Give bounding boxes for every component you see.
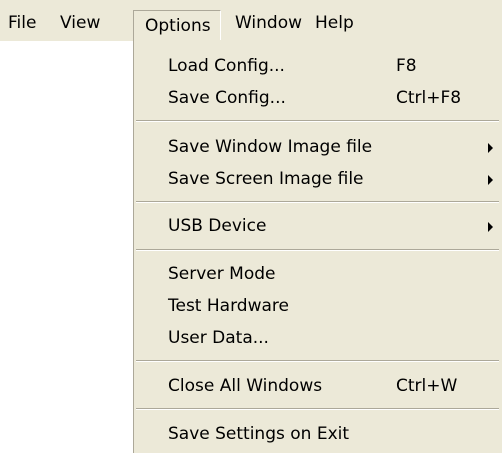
- menu-separator: [136, 408, 499, 410]
- menu-options[interactable]: Options: [133, 10, 221, 40]
- menu-item-label: Save Config...: [168, 88, 286, 108]
- menu-item-label: USB Device: [168, 216, 267, 236]
- menu-separator: [136, 120, 499, 122]
- shortcut-label: F8: [396, 56, 417, 76]
- menu-separator: [136, 360, 499, 362]
- menu-item-label: Save Settings on Exit: [168, 424, 350, 444]
- shortcut-label: Ctrl+F8: [396, 88, 462, 108]
- chevron-right-icon: [488, 143, 493, 153]
- menu-help[interactable]: Help: [315, 9, 354, 38]
- menu-item-label: User Data...: [168, 328, 269, 348]
- menu-item-server-mode[interactable]: Server Mode: [168, 258, 498, 290]
- menu-item-test-hardware[interactable]: Test Hardware: [168, 290, 498, 322]
- menu-item-load-config[interactable]: Load Config... F8: [168, 50, 498, 82]
- shortcut-label: Ctrl+W: [396, 376, 458, 396]
- menu-item-label: Close All Windows: [168, 376, 323, 396]
- menu-file[interactable]: File: [8, 9, 36, 38]
- menu-item-save-settings-on-exit[interactable]: Save Settings on Exit: [168, 418, 498, 450]
- menu-item-save-config[interactable]: Save Config... Ctrl+F8: [168, 82, 498, 114]
- menu-item-close-all-windows[interactable]: Close All Windows Ctrl+W: [168, 370, 498, 402]
- options-dropdown-menu: Load Config... F8 Save Config... Ctrl+F8…: [133, 40, 502, 453]
- menu-item-label: Save Window Image file: [168, 137, 373, 157]
- menu-item-label: Test Hardware: [168, 296, 289, 316]
- menu-item-save-window-image[interactable]: Save Window Image file: [168, 131, 498, 163]
- menu-window[interactable]: Window: [235, 9, 302, 38]
- menu-separator: [136, 201, 499, 203]
- menu-bar: File View Options Window Help: [0, 0, 502, 41]
- menu-item-usb-device[interactable]: USB Device: [168, 210, 498, 242]
- chevron-right-icon: [488, 175, 493, 185]
- chevron-right-icon: [488, 222, 493, 232]
- menu-item-label: Load Config...: [168, 56, 285, 76]
- menu-separator: [136, 249, 499, 251]
- menu-view[interactable]: View: [60, 9, 100, 38]
- menu-item-save-screen-image[interactable]: Save Screen Image file: [168, 163, 498, 195]
- menu-item-label: Save Screen Image file: [168, 169, 364, 189]
- menu-item-label: Server Mode: [168, 264, 276, 284]
- menu-item-user-data[interactable]: User Data...: [168, 322, 498, 354]
